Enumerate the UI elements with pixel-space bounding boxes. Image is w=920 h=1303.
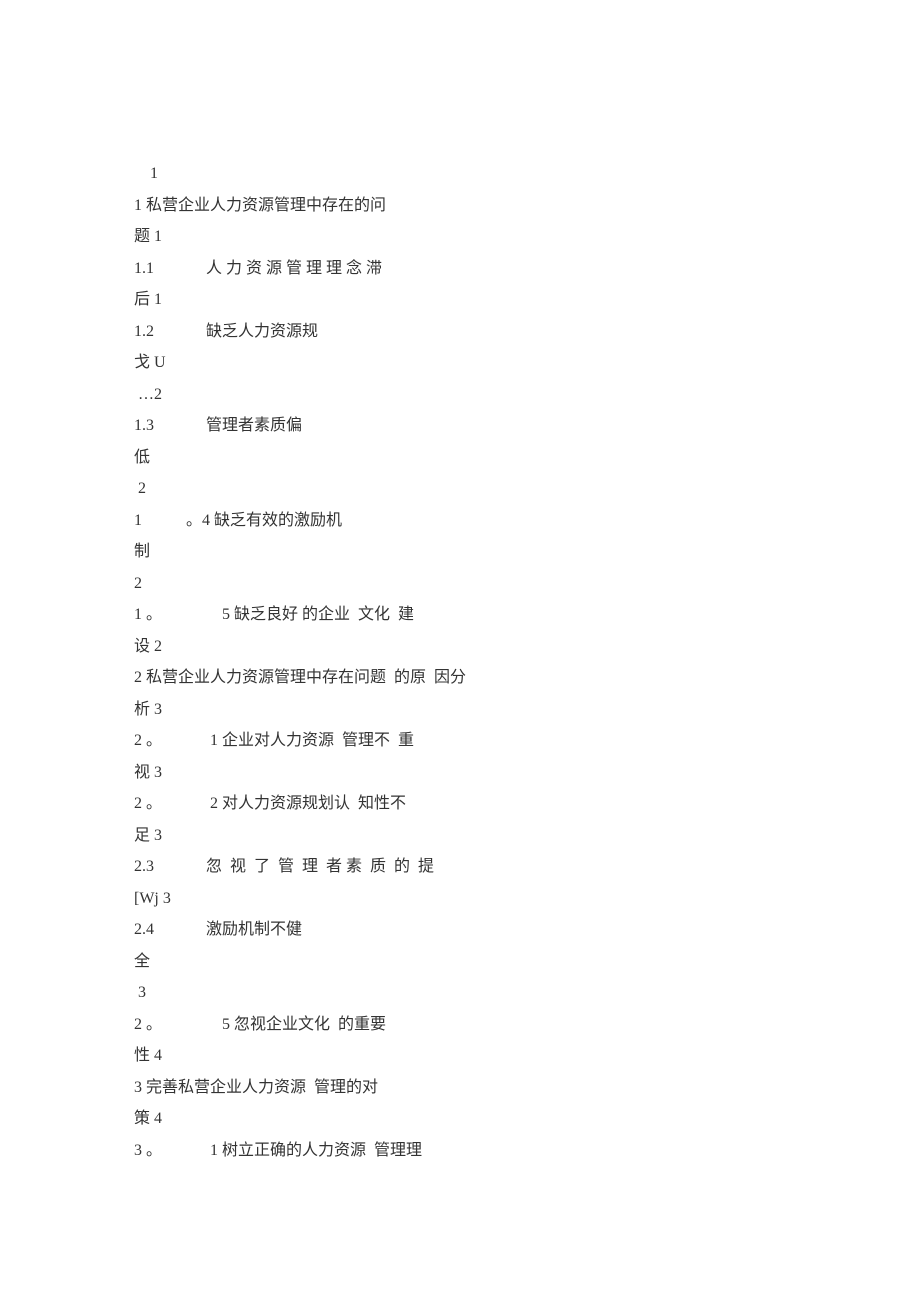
toc-line: 析 3 <box>134 694 786 726</box>
toc-line: 2 。 2 对人力资源规划认 知性不 <box>134 788 786 820</box>
toc-line: 设 2 <box>134 631 786 663</box>
toc-line: 足 3 <box>134 820 786 852</box>
toc-line: 2 <box>134 568 786 600</box>
toc-line: 1 。 5 缺乏良好 的企业 文化 建 <box>134 599 786 631</box>
toc-line: 题 1 <box>134 221 786 253</box>
toc-line: 2 <box>134 473 786 505</box>
toc-line: 全 <box>134 946 786 978</box>
toc-line: 后 1 <box>134 284 786 316</box>
toc-line: 3 完善私营企业人力资源 管理的对 <box>134 1072 786 1104</box>
toc-line: 3 。 1 树立正确的人力资源 管理理 <box>134 1135 786 1167</box>
toc-line: 1.3 管理者素质偏 <box>134 410 786 442</box>
toc-line: 2 私营企业人力资源管理中存在问题 的原 因分 <box>134 662 786 694</box>
toc-line: 性 4 <box>134 1040 786 1072</box>
toc-line: 1.1 人 力 资 源 管 理 理 念 滞 <box>134 253 786 285</box>
toc-line: 制 <box>134 536 786 568</box>
toc-line: …2 <box>134 379 786 411</box>
toc-line: 视 3 <box>134 757 786 789</box>
toc-line: 2.3 忽 视 了 管 理 者 素 质 的 提 <box>134 851 786 883</box>
toc-line: 2 。 1 企业对人力资源 管理不 重 <box>134 725 786 757</box>
toc-line: [Wj 3 <box>134 883 786 915</box>
toc-line: 2 。 5 忽视企业文化 的重要 <box>134 1009 786 1041</box>
toc-line: 戈 U <box>134 347 786 379</box>
toc-line: 1.2 缺乏人力资源规 <box>134 316 786 348</box>
toc-line: 低 <box>134 442 786 474</box>
toc-line: 3 <box>134 977 786 1009</box>
toc-line: 1 。4 缺乏有效的激励机 <box>134 505 786 537</box>
toc-line: 策 4 <box>134 1103 786 1135</box>
document-page: 1 1 私营企业人力资源管理中存在的问 题 1 1.1 人 力 资 源 管 理 … <box>134 158 786 1166</box>
toc-line: 1 私营企业人力资源管理中存在的问 <box>134 190 786 222</box>
toc-line: 2.4 激励机制不健 <box>134 914 786 946</box>
toc-line: 1 <box>134 158 786 190</box>
